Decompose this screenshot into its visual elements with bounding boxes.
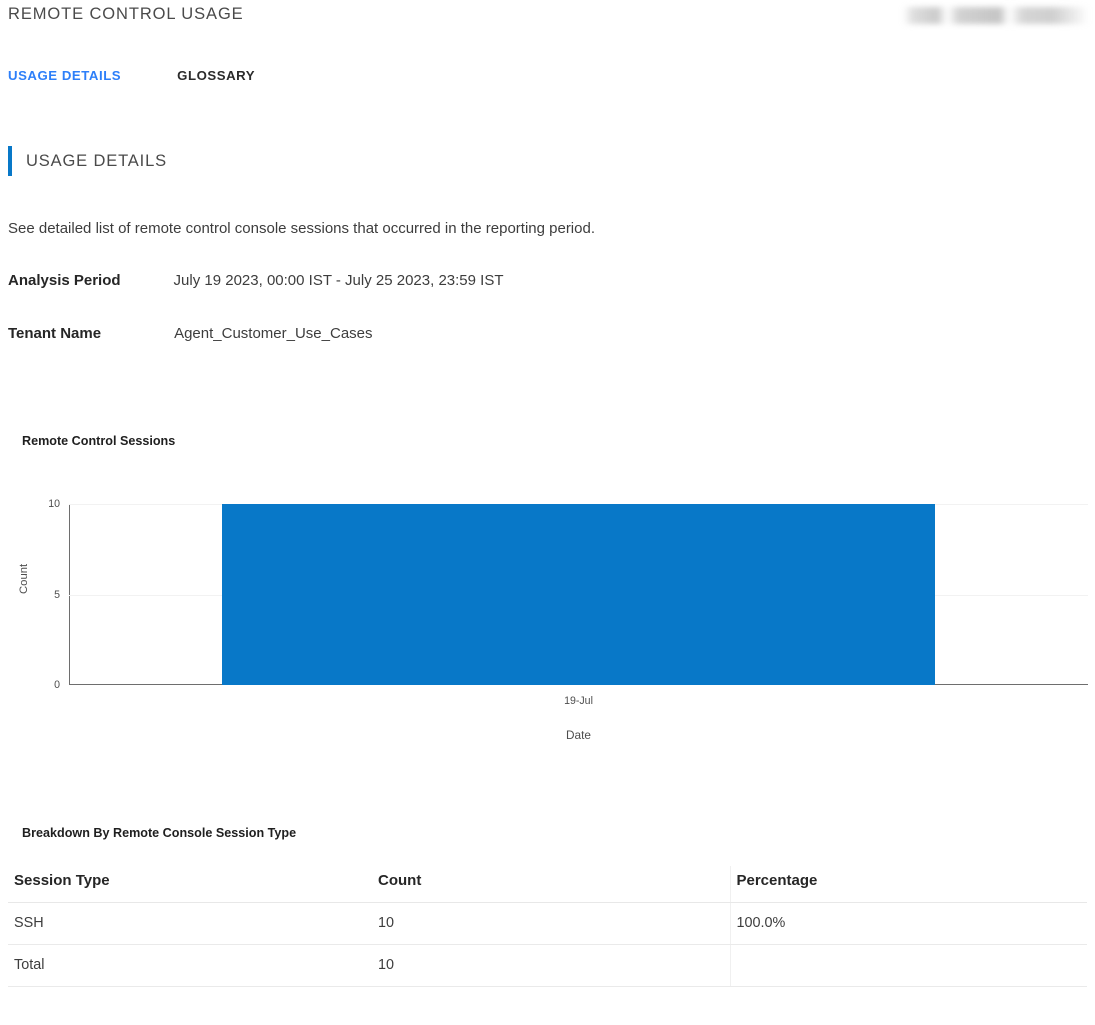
analysis-period-label: Analysis Period: [8, 272, 121, 289]
chart-x-axis-title: Date: [566, 728, 591, 742]
chart-title: Remote Control Sessions: [22, 434, 176, 448]
section-description: See detailed list of remote control cons…: [8, 220, 595, 237]
tab-usage-details[interactable]: USAGE DETAILS: [8, 68, 121, 83]
table-header-row: Session Type Count Percentage: [8, 866, 1087, 903]
chart-bar[interactable]: [221, 504, 936, 685]
section-heading: USAGE DETAILS: [8, 146, 167, 176]
cell-session-type: Total: [8, 944, 372, 987]
cell-session-type: SSH: [8, 902, 372, 945]
page-header: REMOTE CONTROL USAGE: [0, 0, 1095, 48]
y-tick-label: 0: [54, 679, 60, 691]
cell-percentage: [729, 944, 1087, 987]
cell-count: 10: [372, 944, 730, 987]
y-tick-label: 5: [54, 588, 60, 601]
breakdown-title: Breakdown By Remote Console Session Type: [22, 826, 297, 840]
cell-count: 10: [372, 902, 730, 945]
tab-bar: USAGE DETAILS GLOSSARY: [8, 68, 255, 83]
cell-percentage: 100.0%: [729, 902, 1087, 945]
redacted-timestamp: [903, 7, 1089, 24]
remote-control-sessions-chart: Remote Control Sessions Count 0 5 10 19-Ju…: [0, 432, 1095, 752]
column-header-session-type: Session Type: [8, 866, 372, 903]
tab-glossary[interactable]: GLOSSARY: [177, 68, 255, 83]
tenant-name-value: Agent_Customer_Use_Cases: [174, 325, 373, 342]
y-tick-label: 10: [48, 498, 60, 510]
chart-plot-area: [69, 504, 1088, 685]
meta-row-analysis-period: Analysis Period July 19 2023, 00:00 IST …: [8, 272, 503, 289]
meta-row-tenant-name: Tenant Name Agent_Customer_Use_Cases: [8, 325, 373, 342]
section-heading-label: USAGE DETAILS: [26, 151, 167, 170]
page-title: REMOTE CONTROL USAGE: [8, 5, 244, 23]
tenant-name-label: Tenant Name: [8, 325, 102, 342]
column-header-count: Count: [372, 866, 730, 903]
breakdown-table: Session Type Count Percentage SSH 10 100.0…: [8, 866, 1087, 987]
section-accent-bar: [8, 146, 12, 176]
analysis-period-value: July 19 2023, 00:00 IST - July 25 2023, …: [173, 272, 504, 289]
table-row: SSH 10 100.0%: [8, 902, 1087, 945]
x-tick-label: 19-Jul: [564, 695, 593, 707]
table-row: Total 10: [8, 944, 1087, 987]
column-header-percentage: Percentage: [729, 866, 1087, 903]
